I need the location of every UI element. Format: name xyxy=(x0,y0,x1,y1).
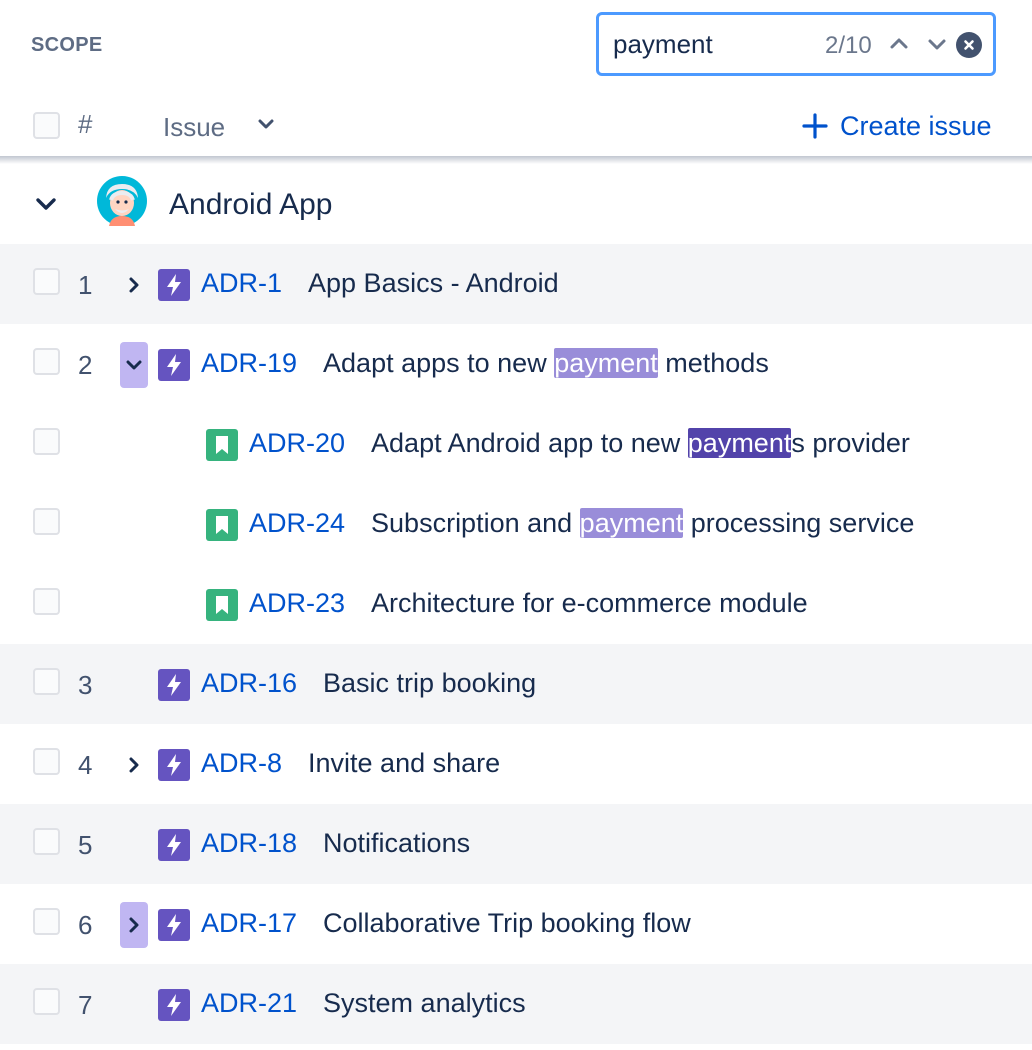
summary-text: methods xyxy=(657,348,769,378)
row-checkbox[interactable] xyxy=(33,508,60,535)
summary-text: Adapt Android app to new xyxy=(371,428,688,458)
rank-number: 6 xyxy=(78,910,93,940)
chevron-down-icon[interactable] xyxy=(34,192,58,216)
summary-text: processing service xyxy=(683,508,915,538)
epic-icon xyxy=(158,349,190,381)
row-checkbox[interactable] xyxy=(33,428,60,455)
issue-summary: Adapt Android app to new payments provid… xyxy=(371,428,910,459)
issue-key[interactable]: ADR-1 xyxy=(201,268,282,299)
project-group-header[interactable]: Android App xyxy=(0,164,1032,244)
issue-summary: Collaborative Trip booking flow xyxy=(323,908,691,939)
issue-summary: Architecture for e-commerce module xyxy=(371,588,808,619)
issue-key[interactable]: ADR-19 xyxy=(201,348,297,379)
chevron-right-icon[interactable] xyxy=(120,902,148,948)
summary-text: Architecture for e-commerce module xyxy=(371,588,808,618)
rank-number: 5 xyxy=(78,830,93,860)
issue-summary: App Basics - Android xyxy=(308,268,559,299)
issue-key[interactable]: ADR-16 xyxy=(201,668,297,699)
rank-column-header: # xyxy=(78,109,93,139)
issue-summary: Adapt apps to new payment methods xyxy=(323,348,769,379)
summary-text: Invite and share xyxy=(308,748,501,778)
rank-number: 7 xyxy=(78,990,93,1020)
row-checkbox[interactable] xyxy=(33,588,60,615)
chevron-right-icon[interactable] xyxy=(120,262,148,308)
issue-summary: Basic trip booking xyxy=(323,668,536,699)
row-checkbox[interactable] xyxy=(33,828,60,855)
chevron-down-icon[interactable] xyxy=(120,342,148,388)
issue-key[interactable]: ADR-21 xyxy=(201,988,297,1019)
row-checkbox[interactable] xyxy=(33,988,60,1015)
row-checkbox[interactable] xyxy=(33,748,60,775)
rank-number: 4 xyxy=(78,750,93,780)
issue-row[interactable]: 4 ADR-8 Invite and share xyxy=(0,724,1032,804)
story-icon xyxy=(206,589,238,621)
issue-summary: Notifications xyxy=(323,828,470,859)
issue-row[interactable]: 2 ADR-19 Adapt apps to new payment methods xyxy=(0,324,1032,404)
summary-text: s provider xyxy=(791,428,910,458)
search-input[interactable] xyxy=(613,29,813,59)
select-all-checkbox[interactable] xyxy=(33,112,60,139)
issue-summary: System analytics xyxy=(323,988,526,1019)
toolbar: SCOPE 2/10 xyxy=(0,0,1032,88)
summary-text: Collaborative Trip booking flow xyxy=(323,908,691,938)
rank-number: 2 xyxy=(78,350,93,380)
project-name: Android App xyxy=(169,188,333,221)
project-avatar xyxy=(97,176,147,226)
issue-summary: Invite and share xyxy=(308,748,500,779)
search-highlight: payment xyxy=(687,428,792,458)
issue-key[interactable]: ADR-17 xyxy=(201,908,297,939)
epic-icon xyxy=(158,669,190,701)
row-checkbox[interactable] xyxy=(33,908,60,935)
summary-text: App Basics - Android xyxy=(308,268,559,298)
epic-icon xyxy=(158,749,190,781)
summary-text: Subscription and xyxy=(371,508,580,538)
issue-summary: Subscription and payment processing serv… xyxy=(371,508,914,539)
plus-icon xyxy=(802,113,828,139)
issue-row[interactable]: 6 ADR-17 Collaborative Trip booking flow xyxy=(0,884,1032,964)
summary-text: Notifications xyxy=(323,828,471,858)
search-box[interactable]: 2/10 xyxy=(596,12,996,76)
epic-icon xyxy=(158,829,190,861)
epic-icon xyxy=(158,269,190,301)
issue-key[interactable]: ADR-23 xyxy=(249,588,345,619)
issue-row[interactable]: 5 ADR-18 Notifications xyxy=(0,804,1032,884)
epic-icon xyxy=(158,989,190,1021)
issue-row[interactable]: 3 ADR-16 Basic trip booking xyxy=(0,644,1032,724)
row-checkbox[interactable] xyxy=(33,268,60,295)
row-checkbox[interactable] xyxy=(33,348,60,375)
issue-key[interactable]: ADR-18 xyxy=(201,828,297,859)
chevron-right-icon[interactable] xyxy=(120,742,148,788)
scope-label: SCOPE xyxy=(31,34,103,56)
create-issue-button[interactable]: Create issue xyxy=(802,110,992,142)
child-issue-row[interactable]: ADR-20 Adapt Android app to new payments … xyxy=(0,404,1032,484)
rank-number: 3 xyxy=(78,670,93,700)
rank-number: 1 xyxy=(78,270,93,300)
issue-key[interactable]: ADR-24 xyxy=(249,508,345,539)
search-highlight: payment xyxy=(554,348,658,378)
chevron-up-icon[interactable] xyxy=(885,29,913,59)
child-issue-row[interactable]: ADR-24 Subscription and payment processin… xyxy=(0,484,1032,564)
issue-key[interactable]: ADR-8 xyxy=(201,748,282,779)
child-issue-row[interactable]: ADR-23 Architecture for e-commerce module xyxy=(0,564,1032,644)
header-divider xyxy=(0,156,1032,164)
summary-text: System analytics xyxy=(323,988,526,1018)
clear-icon[interactable] xyxy=(956,32,982,58)
create-issue-label: Create issue xyxy=(840,110,992,141)
chevron-down-icon[interactable] xyxy=(254,112,278,136)
issue-row[interactable]: 1 ADR-1 App Basics - Android xyxy=(0,244,1032,324)
search-match-count: 2/10 xyxy=(825,32,872,59)
column-header: # Issue Create issue xyxy=(0,88,1032,160)
story-icon xyxy=(206,509,238,541)
issue-column-header[interactable]: Issue xyxy=(163,112,225,143)
chevron-down-icon[interactable] xyxy=(923,29,951,59)
row-checkbox[interactable] xyxy=(33,668,60,695)
search-highlight: payment xyxy=(579,508,684,538)
summary-text: Basic trip booking xyxy=(323,668,537,698)
epic-icon xyxy=(158,909,190,941)
issue-key[interactable]: ADR-20 xyxy=(249,428,345,459)
summary-text: Adapt apps to new xyxy=(323,348,555,378)
story-icon xyxy=(206,429,238,461)
issue-row[interactable]: 7 ADR-21 System analytics xyxy=(0,964,1032,1044)
